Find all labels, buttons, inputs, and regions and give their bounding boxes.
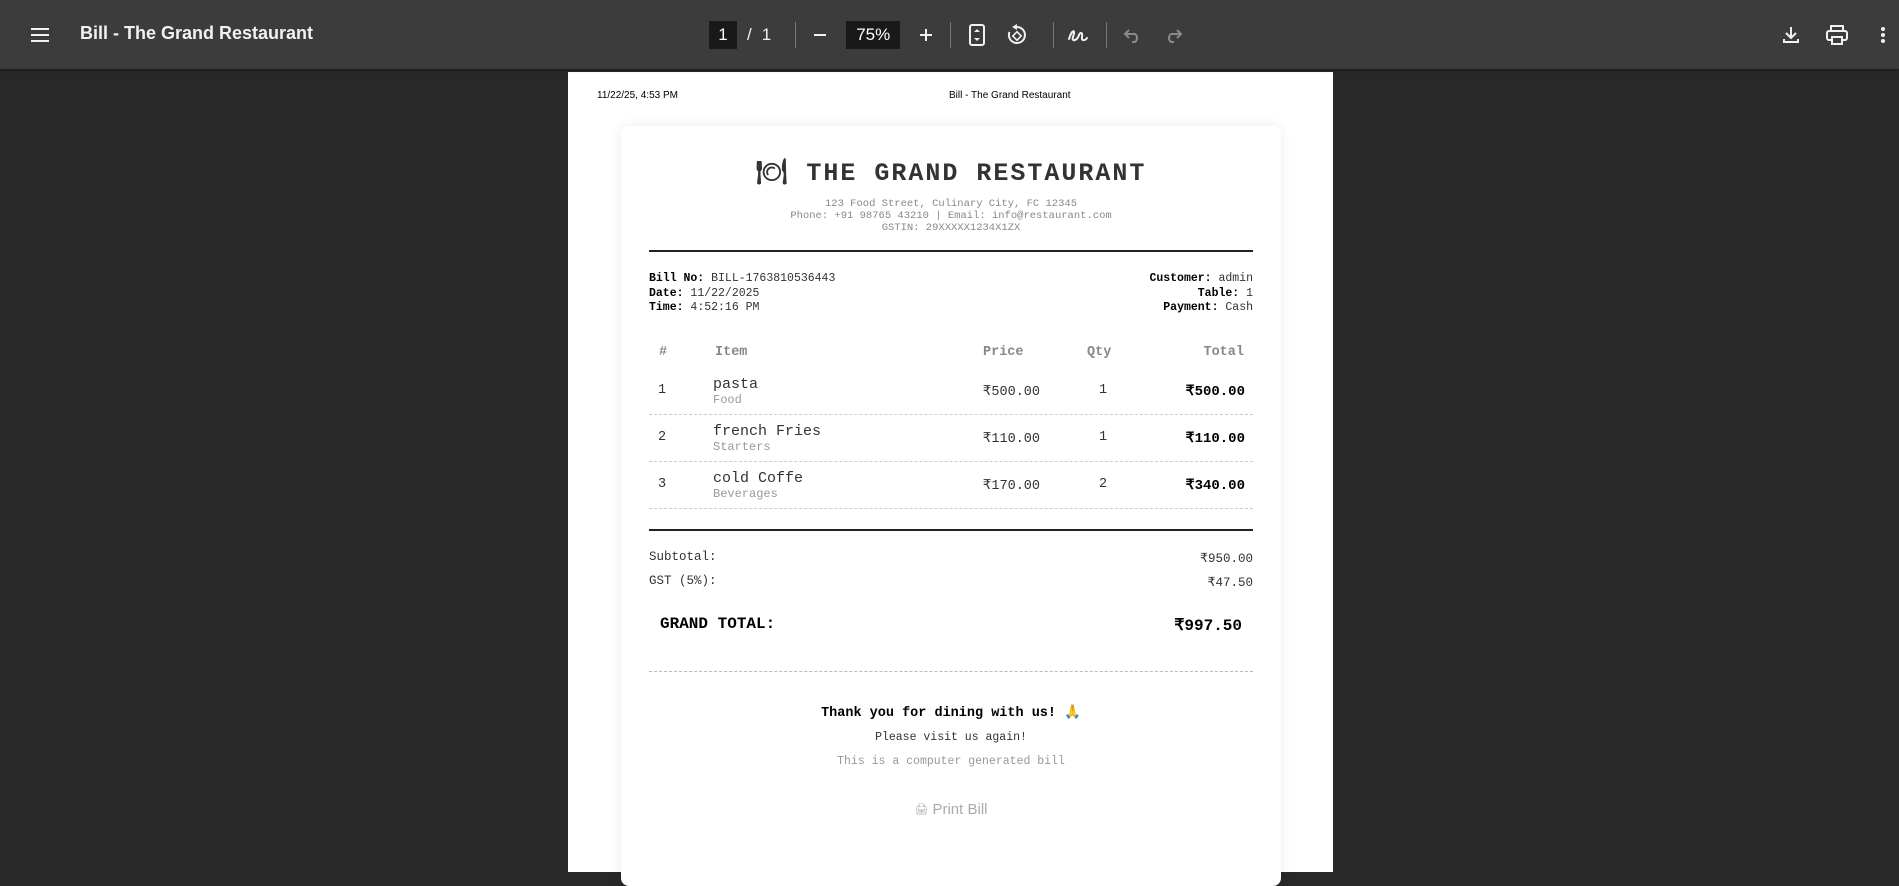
customer-label: Customer: [1149, 272, 1212, 285]
print-header-title: Bill - The Grand Restaurant [949, 90, 1071, 101]
menu-icon[interactable] [26, 22, 54, 48]
item-category: Starters [713, 440, 771, 454]
generated-note: This is a computer generated bill [837, 755, 1065, 768]
table-value: 1 [1246, 286, 1253, 300]
toolbar-divider [795, 22, 797, 48]
item-category: Food [713, 393, 742, 407]
restaurant-name-text: THE GRAND RESTAURANT [806, 159, 1147, 188]
item-name: french Fries [713, 423, 822, 440]
table-row: 1 pasta Food ₹500.00 1 ₹500.00 [649, 368, 1253, 415]
payment-label: Payment: [1163, 301, 1219, 314]
column-header-total: Total [1203, 345, 1244, 360]
more-options-icon[interactable] [1867, 19, 1899, 51]
subtotal-value: ₹950.00 [1200, 552, 1253, 566]
column-header-qty: Qty [1087, 345, 1112, 360]
page-separator: / [747, 25, 752, 44]
item-total: ₹340.00 [1185, 478, 1245, 494]
column-header-num: # [659, 345, 668, 360]
date-label: Date: [649, 286, 684, 300]
item-name: pasta [713, 376, 759, 393]
toolbar-center: 1 / 1 75% [709, 20, 1189, 50]
item-category: Beverages [713, 487, 778, 501]
date-value: 11/22/2025 [690, 286, 760, 300]
item-qty: 1 [1098, 430, 1108, 445]
print-icon[interactable] [1821, 19, 1853, 51]
fit-page-icon[interactable] [961, 19, 993, 51]
footer-divider [649, 671, 1253, 672]
item-total: ₹110.00 [1185, 431, 1245, 447]
item-qty: 1 [1098, 383, 1108, 398]
toolbar-divider [950, 22, 952, 48]
row-number: 2 [658, 430, 667, 445]
gst-value: ₹47.50 [1207, 576, 1253, 590]
page-total: 1 [761, 25, 772, 44]
grand-total-value: ₹997.50 [1174, 617, 1242, 635]
zoom-in-icon[interactable] [910, 19, 942, 51]
restaurant-name: 🍽 THE GRAND RESTAURANT [621, 158, 1281, 188]
restaurant-contact: Phone: +91 98765 43210 | Email: info@res… [790, 210, 1112, 222]
item-price: ₹110.00 [982, 432, 1040, 447]
column-header-price: Price [983, 345, 1024, 360]
pdf-toolbar: Bill - The Grand Restaurant 1 / 1 75% [0, 0, 1899, 69]
restaurant-gstin: GSTIN: 29XXXXX1234X1ZX [881, 222, 1021, 234]
column-header-item: Item [715, 345, 748, 360]
time-label: Time: [649, 301, 684, 314]
undo-icon[interactable] [1117, 19, 1149, 51]
row-number: 3 [658, 477, 667, 492]
items-divider [649, 529, 1253, 531]
toolbar-divider [1053, 22, 1055, 48]
draw-icon[interactable] [1062, 19, 1094, 51]
item-price: ₹500.00 [982, 385, 1040, 400]
table-row: 3 cold Coffe Beverages ₹170.00 2 ₹340.00 [649, 462, 1253, 509]
redo-icon[interactable] [1157, 19, 1189, 51]
gst-label: GST (5%): [649, 574, 717, 588]
print-bill-label: Print Bill [932, 801, 988, 818]
download-icon[interactable] [1775, 19, 1807, 51]
zoom-out-icon[interactable] [804, 19, 836, 51]
visit-again-message: Please visit us again! [875, 731, 1027, 744]
toolbar-right [1775, 19, 1899, 51]
printer-icon: 🖨 [914, 804, 929, 816]
item-price: ₹170.00 [982, 479, 1040, 494]
zoom-level-input[interactable]: 75% [846, 21, 901, 49]
bill-meta-right: Customer: admin Table: 1 Payment: Cash [1149, 272, 1253, 316]
customer-value: admin [1218, 272, 1253, 285]
bill-meta-left: Bill No: BILL-1763810536443 Date: 11/22/… [649, 272, 835, 316]
rotate-icon[interactable] [1001, 19, 1033, 51]
toolbar-divider [1106, 22, 1108, 48]
thank-you-message: Thank you for dining with us! 🙏 [821, 706, 1081, 721]
item-qty: 2 [1098, 477, 1108, 492]
pdf-page: 11/22/25, 4:53 PM Bill - The Grand Resta… [568, 72, 1333, 886]
bill-card: 🍽 THE GRAND RESTAURANT 123 Food Street, … [621, 126, 1281, 886]
print-bill-button[interactable]: 🖨 Print Bill [621, 801, 1281, 818]
subtotal-label: Subtotal: [649, 550, 717, 564]
time-value: 4:52:16 PM [690, 301, 760, 314]
item-name: cold Coffe [713, 470, 804, 487]
payment-value: Cash [1225, 301, 1253, 314]
table-row: 2 french Fries Starters ₹110.00 1 ₹110.0… [649, 415, 1253, 462]
bill-no-value: BILL-1763810536443 [711, 272, 836, 285]
header-divider [649, 250, 1253, 252]
table-label: Table: [1197, 286, 1240, 300]
grand-total-label: GRAND TOTAL: [660, 615, 776, 633]
page-number-input[interactable]: 1 [709, 21, 737, 49]
print-datetime: 11/22/25, 4:53 PM [597, 90, 678, 101]
document-title: Bill - The Grand Restaurant [80, 23, 314, 43]
row-number: 1 [658, 383, 667, 398]
item-total: ₹500.00 [1185, 384, 1245, 400]
plate-icon: 🍽 [755, 159, 790, 188]
bill-no-label: Bill No: [649, 272, 705, 285]
restaurant-address: 123 Food Street, Culinary City, FC 12345 [824, 198, 1078, 210]
